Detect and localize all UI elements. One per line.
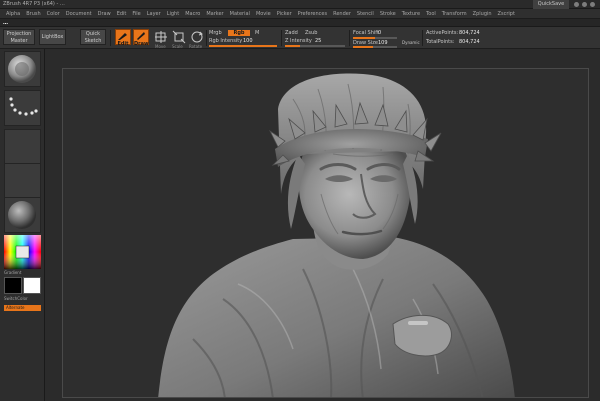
menu-item-texture[interactable]: Texture (402, 9, 420, 18)
toolbar-divider (281, 30, 282, 46)
dots-stroke-icon (9, 97, 38, 116)
edit-button[interactable]: Edit (115, 29, 131, 47)
menu-item-zscript[interactable]: Zscript (498, 9, 515, 18)
scale-icon[interactable] (172, 30, 186, 44)
rgb-intensity-label: Rgb Intensity (209, 38, 243, 44)
focal-shift-value: 0 (378, 30, 382, 36)
menu-item-preferences[interactable]: Preferences (298, 9, 327, 18)
info-message: … (3, 20, 8, 26)
stroke-selector[interactable] (4, 90, 41, 126)
title-bar: ZBrush 4R7 P3 (x64) - … QuickSave (0, 0, 600, 9)
active-points-label: ActivePoints: (426, 30, 459, 36)
material-sphere-icon (8, 201, 36, 229)
total-points-value: 804,724 (459, 39, 480, 45)
projection-master-button[interactable]: Projection Master (3, 29, 35, 45)
quick-sketch-button[interactable]: Quick Sketch (80, 29, 106, 45)
draw-icon (137, 32, 145, 40)
menu-item-tool[interactable]: Tool (426, 9, 436, 18)
brush-selector[interactable] (4, 51, 41, 87)
menu-item-stencil[interactable]: Stencil (357, 9, 374, 18)
z-intensity-label: Z Intensity (285, 38, 312, 44)
top-shelf: Projection Master LightBox Quick Sketch … (0, 27, 600, 49)
alpha-selector[interactable] (4, 129, 41, 165)
menu-item-layer[interactable]: Layer (147, 9, 161, 18)
z-intensity-slider-fill (285, 45, 300, 47)
edit-label: Edit (117, 41, 129, 47)
focal-shift-label: Focal Shift (353, 30, 379, 36)
menu-item-document[interactable]: Document (66, 9, 92, 18)
menu-item-render[interactable]: Render (333, 9, 351, 18)
menu-item-material[interactable]: Material (230, 9, 250, 18)
menu-item-brush[interactable]: Brush (26, 9, 40, 18)
menu-item-light[interactable]: Light (167, 9, 179, 18)
menu-item-edit[interactable]: Edit (117, 9, 127, 18)
toolbar-divider (206, 30, 207, 46)
canvas-area (45, 49, 600, 401)
draw-button[interactable]: Draw (133, 29, 149, 47)
lightbox-label: LightBox (41, 34, 64, 40)
menu-item-draw[interactable]: Draw (98, 9, 111, 18)
toolbar-divider (422, 30, 423, 46)
toolbar-divider (349, 30, 350, 46)
color-picker[interactable] (4, 235, 41, 269)
alternate-button[interactable]: Alternate (4, 305, 41, 311)
menu-item-alpha[interactable]: Alpha (6, 9, 20, 18)
switch-color-label[interactable]: SwitchColor (4, 296, 28, 301)
draw-size-slider-fill (353, 46, 373, 48)
minimize-icon[interactable] (582, 2, 587, 7)
close-icon[interactable] (590, 2, 595, 7)
menu-item-transform[interactable]: Transform (442, 9, 467, 18)
document-canvas[interactable] (62, 68, 589, 398)
menus-icon[interactable] (574, 2, 579, 7)
info-bar: … (0, 19, 600, 27)
rgb-toggle[interactable]: Rgb (228, 30, 250, 36)
zadd-toggle[interactable]: Zadd (285, 30, 298, 36)
rotate-icon[interactable] (190, 30, 204, 44)
rgb-intensity-slider-fill (209, 45, 277, 47)
zsub-toggle[interactable]: Zsub (305, 30, 317, 36)
menu-item-color[interactable]: Color (47, 9, 60, 18)
gradient-label: Gradient (4, 270, 22, 275)
draw-size-slider[interactable] (353, 46, 397, 48)
secondary-color-swatch[interactable] (23, 277, 41, 294)
menu-bar: Alpha Brush Color Document Draw Edit File Layer… (0, 9, 600, 19)
focal-shift-slider-fill (353, 37, 375, 39)
active-points-value: 804,724 (459, 30, 480, 36)
mrgb-label[interactable]: Mrgb (209, 30, 222, 36)
menu-item-marker[interactable]: Marker (206, 9, 223, 18)
total-points-label: TotalPoints: (426, 39, 455, 45)
main-color-swatch[interactable] (4, 277, 22, 294)
menu-item-zplugin[interactable]: Zplugin (473, 9, 492, 18)
quicksave-button[interactable]: QuickSave (533, 0, 569, 9)
menu-item-macro[interactable]: Macro (185, 9, 200, 18)
texture-selector[interactable] (4, 163, 41, 199)
clasp-shape (408, 321, 428, 325)
quick-sketch-label: Quick Sketch (84, 31, 102, 44)
alternate-label: Alternate (6, 305, 25, 310)
rgb-intensity-value: 100 (243, 38, 253, 44)
menu-item-stroke[interactable]: Stroke (380, 9, 396, 18)
sculpt-model[interactable] (63, 69, 589, 398)
standard-brush-icon (8, 55, 36, 83)
lightbox-button[interactable]: LightBox (39, 29, 66, 45)
z-intensity-slider[interactable] (285, 45, 345, 47)
menu-item-file[interactable]: File (132, 9, 140, 18)
material-selector[interactable] (4, 197, 41, 233)
left-shelf: Gradient SwitchColor Alternate (0, 49, 45, 401)
toolbar-divider (110, 30, 111, 46)
edit-icon (118, 33, 127, 40)
z-intensity-value: 25 (315, 38, 322, 44)
window-title: ZBrush 4R7 P3 (x64) - … (3, 1, 65, 7)
move-icon[interactable] (154, 30, 168, 44)
menu-item-picker[interactable]: Picker (277, 9, 292, 18)
rgb-intensity-slider[interactable] (209, 45, 277, 47)
menu-item-movie[interactable]: Movie (256, 9, 271, 18)
color-picker-gradient (4, 235, 41, 269)
m-toggle[interactable]: M (255, 30, 259, 36)
dynamic-toggle[interactable]: Dynamic (402, 40, 420, 45)
projection-master-label: Projection Master (6, 31, 32, 44)
draw-label: Draw (134, 41, 149, 47)
focal-shift-slider[interactable] (353, 37, 397, 39)
